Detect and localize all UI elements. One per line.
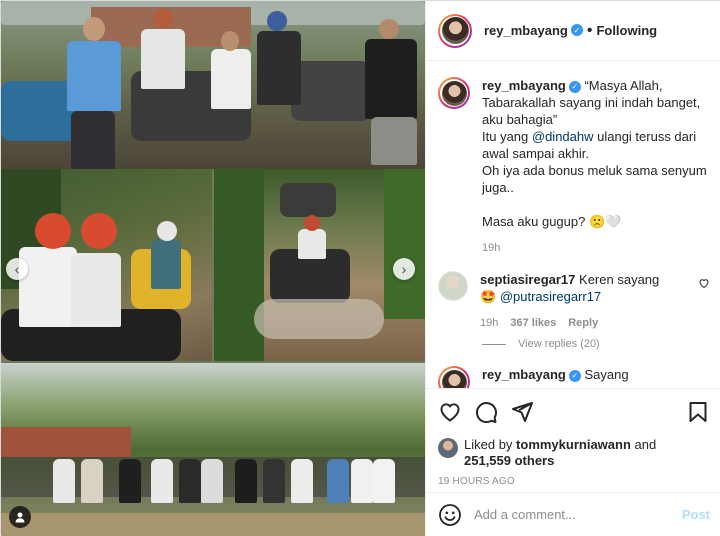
comments-list[interactable]: rey_mbayang ✓ “Masya Allah, Tabarakallah … — [426, 61, 720, 388]
post-comment-button[interactable]: Post — [682, 507, 710, 522]
post-header: rey_mbayang ✓ • Following — [426, 1, 720, 61]
partial-comment-avatar[interactable] — [438, 366, 470, 388]
chevron-left-icon[interactable]: ‹ — [6, 258, 28, 280]
liked-by-count[interactable]: 251,559 others — [464, 453, 554, 468]
post-photo[interactable]: ‹ › — [1, 1, 425, 536]
comment-meta: 19h 367 likes Reply — [480, 315, 692, 332]
comment-mention[interactable]: @putrasiregarr17 — [500, 289, 601, 304]
caption-time[interactable]: 19h — [482, 242, 500, 254]
liked-by-user[interactable]: tommykurniawann — [516, 437, 631, 452]
caption-username[interactable]: rey_mbayang — [482, 78, 566, 93]
view-replies-line — [482, 343, 506, 345]
caption-line2: Oh iya ada bonus meluk sama senyum juga.… — [482, 163, 707, 195]
instagram-post-viewer: ‹ › rey_mbayang ✓ • Following rey_mbayang ✓ … — [0, 0, 720, 536]
partial-comment-username[interactable]: rey_mbayang — [482, 367, 566, 382]
liked-by-and: and — [630, 437, 657, 452]
separator-dot: • — [586, 21, 593, 39]
following-button[interactable]: Following — [596, 23, 657, 38]
comment-emoji: 🤩 — [480, 289, 497, 304]
caption-meta: 19h — [482, 240, 710, 257]
comment-icon[interactable] — [474, 400, 498, 424]
caption-line1-prefix: Itu yang — [482, 129, 532, 144]
post-side-panel: rey_mbayang ✓ • Following rey_mbayang ✓ “Mas… — [425, 1, 720, 536]
comment-likes[interactable]: 367 likes — [510, 317, 556, 329]
commenter-username[interactable]: septiasiregar17 — [480, 272, 575, 287]
verified-badge-icon: ✓ — [570, 24, 583, 37]
add-comment-bar: Post — [426, 492, 720, 536]
liker-avatar[interactable] — [438, 438, 458, 458]
view-replies-label: View replies (20) — [518, 338, 600, 350]
smiley-icon[interactable] — [438, 503, 462, 527]
comment-text: Keren sayang — [579, 272, 660, 287]
paper-plane-icon[interactable] — [510, 400, 534, 424]
photo-tile-top — [1, 1, 425, 169]
verified-badge-icon: ✓ — [568, 80, 581, 93]
caption-mention[interactable]: @dindahw — [532, 129, 594, 144]
bookmark-icon[interactable] — [686, 400, 710, 424]
partial-comment-text: Sayang — [584, 367, 629, 382]
liked-by-prefix: Liked by — [464, 437, 517, 452]
post-actions: Liked by tommykurniawann and 251,559 oth… — [426, 388, 720, 492]
comment-input[interactable] — [474, 507, 682, 522]
chevron-right-icon[interactable]: › — [393, 258, 415, 280]
comment-heart-icon[interactable] — [698, 277, 710, 289]
post-timestamp[interactable]: 19 HOURS AGO — [438, 476, 710, 487]
caption: rey_mbayang ✓ “Masya Allah, Tabarakallah … — [438, 77, 710, 257]
author-avatar[interactable] — [438, 13, 472, 48]
caption-line3: Masa aku gugup? 🙁🤍 — [482, 214, 622, 229]
photo-tile-middle-left — [1, 169, 212, 361]
likes-summary: Liked by tommykurniawann and 251,559 oth… — [438, 437, 710, 469]
heart-icon[interactable] — [438, 400, 462, 424]
comment-item: septiasiregar17 Keren sayang 🤩 @putrasir… — [438, 271, 710, 332]
user-tag-icon[interactable] — [9, 506, 31, 528]
comment-item-partial: rey_mbayang ✓ Sayang — [438, 366, 710, 388]
action-bar — [438, 399, 710, 425]
comment-reply-button[interactable]: Reply — [568, 317, 598, 329]
photo-tile-bottom — [1, 363, 425, 536]
caption-avatar[interactable] — [438, 77, 470, 109]
view-replies-button[interactable]: View replies (20) — [482, 338, 710, 350]
verified-badge-icon: ✓ — [568, 369, 581, 382]
author-username[interactable]: rey_mbayang — [484, 23, 568, 38]
comment-time[interactable]: 19h — [480, 317, 498, 329]
commenter-avatar[interactable] — [438, 271, 468, 301]
